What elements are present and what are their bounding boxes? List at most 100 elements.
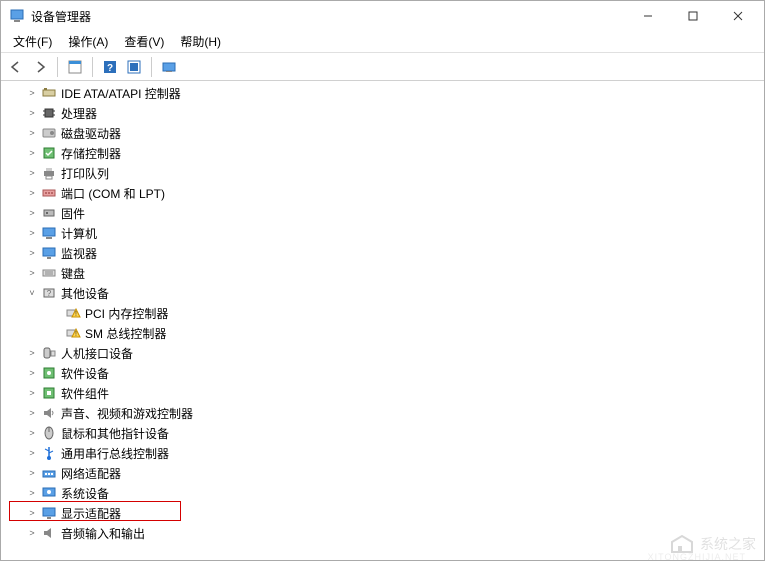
menu-view[interactable]: 查看(V) [116,31,172,52]
tree-node[interactable]: > 端口 (COM 和 LPT) [1,183,764,203]
tree-node[interactable]: > 人机接口设备 [1,343,764,363]
toolbar-separator [151,57,152,77]
chevron-right-icon[interactable]: > [25,206,39,220]
titlebar-left: 设备管理器 [9,8,91,25]
tree-node[interactable]: > 处理器 [1,103,764,123]
display-icon [41,505,57,521]
tree-node[interactable]: > 软件组件 [1,383,764,403]
tree-node[interactable]: ˅? 其他设备 [1,283,764,303]
device-tree[interactable]: >IDE ATA/ATAPI 控制器>处理器>磁盘驱动器>存储控制器>打印队列>… [1,81,764,560]
chevron-right-icon[interactable]: > [25,506,39,520]
titlebar: 设备管理器 [1,1,764,31]
tree-node[interactable]: > 固件 [1,203,764,223]
chevron-right-icon[interactable]: > [25,486,39,500]
tree-node[interactable]: >打印队列 [1,163,764,183]
tree-node-child[interactable]: ! PCI 内存控制器 [1,303,764,323]
chevron-right-icon[interactable]: > [25,86,39,100]
tree-node-label: 网络适配器 [61,465,121,482]
chevron-right-icon[interactable]: > [25,146,39,160]
port-icon [41,185,57,201]
tree-node-label: 固件 [61,205,85,222]
close-button[interactable] [715,2,760,30]
tree-node[interactable]: > 显示适配器 [1,503,764,523]
toolbar: ? [1,53,764,81]
mouse-icon [41,425,57,441]
tree-node[interactable]: >通用串行总线控制器 [1,443,764,463]
menu-file[interactable]: 文件(F) [5,31,60,52]
storage-icon [41,145,57,161]
chevron-right-icon[interactable]: > [25,166,39,180]
tree-node[interactable]: >键盘 [1,263,764,283]
toolbar-help-button[interactable]: ? [99,56,121,78]
tree-node-label: IDE ATA/ATAPI 控制器 [61,85,181,102]
tree-node-child[interactable]: !SM 总线控制器 [1,323,764,343]
tree-node[interactable]: > IDE ATA/ATAPI 控制器 [1,83,764,103]
hid-icon [41,345,57,361]
tree-node-label: 监视器 [61,245,97,262]
chevron-right-icon[interactable]: > [25,466,39,480]
menu-help[interactable]: 帮助(H) [172,31,229,52]
tree-node-label: 人机接口设备 [61,345,133,362]
tree-node-label: 显示适配器 [61,505,121,522]
usb-icon [41,445,57,461]
toolbar-forward-button[interactable] [29,56,51,78]
svg-text:?: ? [107,63,113,74]
tree-node-label: 端口 (COM 和 LPT) [61,185,165,202]
chevron-right-icon[interactable]: > [25,526,39,540]
system-icon [41,485,57,501]
chevron-down-icon[interactable]: ˅ [25,286,39,300]
svg-text:?: ? [47,289,52,298]
chevron-right-icon[interactable]: > [25,106,39,120]
app-icon [9,8,25,24]
menu-action[interactable]: 操作(A) [60,31,116,52]
svg-text:!: ! [75,311,77,318]
toolbar-refresh-button[interactable] [123,56,145,78]
chevron-right-icon[interactable]: > [25,426,39,440]
chevron-right-icon[interactable]: > [25,186,39,200]
tree-node[interactable]: >音频输入和输出 [1,523,764,543]
tree-node[interactable]: >系统设备 [1,483,764,503]
chevron-right-icon[interactable]: > [25,386,39,400]
chevron-right-icon[interactable]: > [25,126,39,140]
chevron-right-icon[interactable]: > [25,366,39,380]
network-icon [41,465,57,481]
tree-node-label: PCI 内存控制器 [85,305,168,322]
tree-node-label: 其他设备 [61,285,109,302]
chevron-right-icon[interactable]: > [25,246,39,260]
tree-node-label: 处理器 [61,105,97,122]
toolbar-properties-button[interactable] [64,56,86,78]
maximize-button[interactable] [670,2,715,30]
ide-icon [41,85,57,101]
printer-icon [41,165,57,181]
tree-node[interactable]: > 软件设备 [1,363,764,383]
warn-icon: ! [65,305,81,321]
chevron-right-icon[interactable]: > [25,346,39,360]
minimize-button[interactable] [625,2,670,30]
tree-node[interactable]: >存储控制器 [1,143,764,163]
chevron-right-icon[interactable]: > [25,406,39,420]
monitor-icon [41,245,57,261]
chevron-right-icon[interactable]: > [25,266,39,280]
tree-node[interactable]: > 监视器 [1,243,764,263]
tree-node[interactable]: >声音、视频和游戏控制器 [1,403,764,423]
soft-icon [41,365,57,381]
tree-node-label: 磁盘驱动器 [61,125,121,142]
tree-node[interactable]: > 鼠标和其他指针设备 [1,423,764,443]
warn-icon: ! [65,325,81,341]
tree-node-label: 鼠标和其他指针设备 [61,425,169,442]
menubar: 文件(F) 操作(A) 查看(V) 帮助(H) [1,31,764,53]
svg-text:!: ! [75,331,77,338]
tree-node-label: 软件组件 [61,385,109,402]
toolbar-back-button[interactable] [5,56,27,78]
tree-node-label: 软件设备 [61,365,109,382]
chevron-right-icon[interactable]: > [25,446,39,460]
toolbar-separator [92,57,93,77]
tree-node[interactable]: > 磁盘驱动器 [1,123,764,143]
audio-icon [41,525,57,541]
chip-icon [41,105,57,121]
chevron-right-icon[interactable]: > [25,226,39,240]
tree-node[interactable]: >计算机 [1,223,764,243]
toolbar-showmore-button[interactable] [158,56,180,78]
toolbar-separator [57,57,58,77]
tree-node[interactable]: > 网络适配器 [1,463,764,483]
